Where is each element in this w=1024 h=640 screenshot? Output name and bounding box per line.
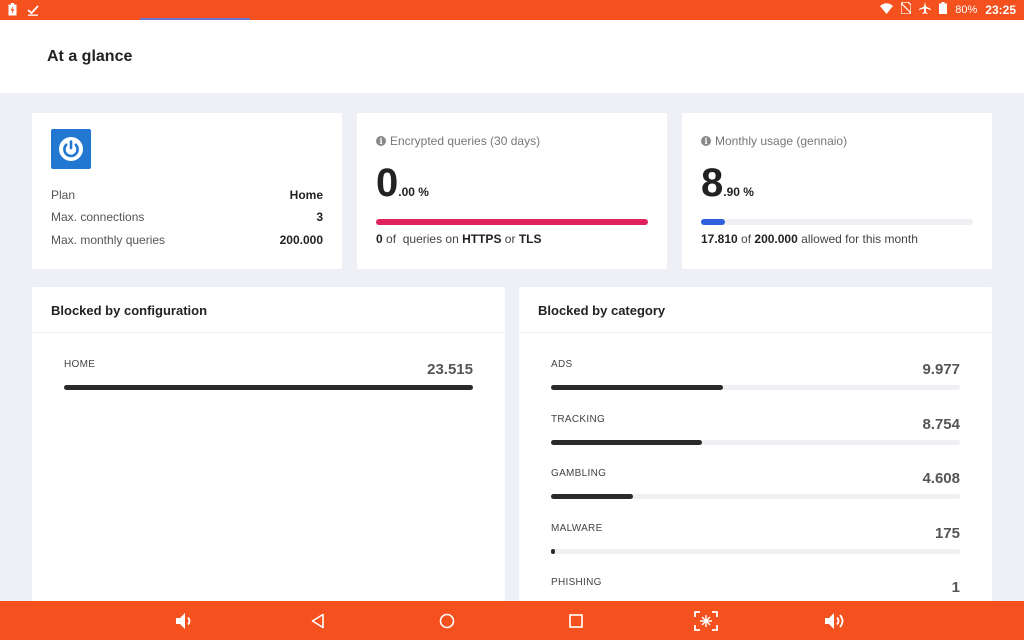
category-bar-fill [551,494,633,499]
encrypted-percentage-integer: 0 [376,161,399,205]
config-name: HOME [64,359,96,370]
encrypted-percentage-decimal: .00 % [398,185,429,199]
back-icon[interactable] [306,609,330,633]
monthly-used: 17.810 [701,232,738,246]
max-connections-value: 3 [316,210,323,224]
max-monthly-queries-row: Max. monthly queries 200.000 [51,233,323,247]
category-value: 175 [934,524,960,542]
battery-percent: 80% [955,3,978,16]
plan-value: Home [289,188,323,202]
airplane-icon [919,2,932,17]
page-title: At a glance [47,48,133,65]
app-logo [51,129,91,169]
max-monthly-queries-value: 200.000 [279,233,323,247]
footer-rest-text: allowed for this month [801,232,918,246]
blocked-by-configuration-panel: Blocked by configuration HOME 23.515 [32,287,505,607]
encrypted-queries-footer: 0 of queries on HTTPS or TLS [376,232,541,246]
blocked-by-configuration-title: Blocked by configuration [32,287,505,333]
tls-label: TLS [518,232,542,246]
monthly-usage-label: Monthly usage (gennaio) [715,134,848,148]
category-name: PHISHING [551,577,602,588]
monthly-usage-percentage: 8.90 % [701,161,754,205]
recents-icon[interactable] [564,609,588,633]
category-value: 1 [951,579,960,596]
battery-charging-icon [8,3,17,21]
footer-mid-text: queries on [402,232,459,246]
config-value: 23.515 [427,361,473,378]
category-value: 4.608 [922,470,960,487]
encrypted-count: 0 [376,232,383,246]
category-bar [551,439,960,445]
category-bar [551,548,960,554]
category-bar-fill [551,439,703,445]
plan-row: Plan Home [51,188,323,202]
encrypted-queries-label: Encrypted queries (30 days) [390,134,541,148]
max-connections-row: Max. connections 3 [51,210,323,224]
clock: 23:25 [985,2,1016,17]
encrypted-queries-card: i Encrypted queries (30 days) 0.00 % 0 o… [357,113,667,269]
info-icon[interactable]: i [376,136,386,146]
monthly-percentage-integer: 8 [701,161,724,205]
plan-card: Plan Home Max. connections 3 Max. monthl… [32,113,342,269]
monthly-progress-bar [701,219,973,225]
https-label: HTTPS [462,232,502,246]
max-connections-label: Max. connections [51,210,145,224]
info-icon[interactable]: i [701,136,711,146]
encrypted-progress-fill [376,219,648,225]
no-sim-icon [900,1,912,17]
encrypted-progress-bar [376,219,648,225]
plan-label: Plan [51,188,76,202]
monthly-usage-header: i Monthly usage (gennaio) [701,134,847,148]
blocked-by-category-title: Blocked by category [519,287,992,333]
screenshot-icon[interactable] [694,609,718,633]
category-name: MALWARE [551,522,603,534]
category-value: 8.754 [922,415,960,433]
home-icon[interactable] [435,609,459,633]
category-row-malware[interactable]: MALWARE 175 [551,523,960,577]
footer-of-text: of [741,232,752,246]
category-bar [551,385,960,390]
category-row-ads[interactable]: ADS 9.977 [551,359,960,413]
status-bar: 80% 23:25 [0,0,1024,20]
category-bar-fill [551,548,556,554]
category-name: ADS [551,359,573,370]
category-row-gambling[interactable]: GAMBLING 4.608 [551,468,960,522]
category-bar-fill [551,385,723,390]
max-monthly-queries-label: Max. monthly queries [51,233,166,247]
power-icon [59,137,83,161]
config-bar-fill [64,385,473,390]
monthly-usage-footer: 17.810 of 200.000 allowed for this month [701,232,918,246]
encrypted-percentage: 0.00 % [376,161,429,205]
navigation-bar [0,601,1024,640]
page-header: At a glance [0,20,1024,93]
wifi-icon [880,2,894,17]
footer-of-text: of [386,232,397,246]
config-bar [64,385,473,390]
encrypted-queries-header: i Encrypted queries (30 days) [376,134,540,148]
monthly-progress-fill [701,219,726,225]
blocked-by-category-panel: Blocked by category ADS 9.977 TRACKING 8.75… [519,287,992,607]
monthly-percentage-decimal: .90 % [723,185,754,199]
monthly-usage-card: i Monthly usage (gennaio) 8.90 % 17.810 … [682,113,992,269]
category-value: 9.977 [922,361,960,378]
config-row-home[interactable]: HOME 23.515 [64,359,473,413]
category-name: GAMBLING [551,468,607,479]
volume-up-icon[interactable] [824,609,848,633]
checkmark-icon [27,3,39,21]
category-row-tracking[interactable]: TRACKING 8.754 [551,414,960,468]
battery-icon [939,2,948,17]
footer-or-text: or [504,232,516,246]
volume-down-icon[interactable] [174,609,198,633]
category-name: TRACKING [551,413,606,425]
monthly-total: 200.000 [754,232,798,246]
category-bar [551,494,960,499]
